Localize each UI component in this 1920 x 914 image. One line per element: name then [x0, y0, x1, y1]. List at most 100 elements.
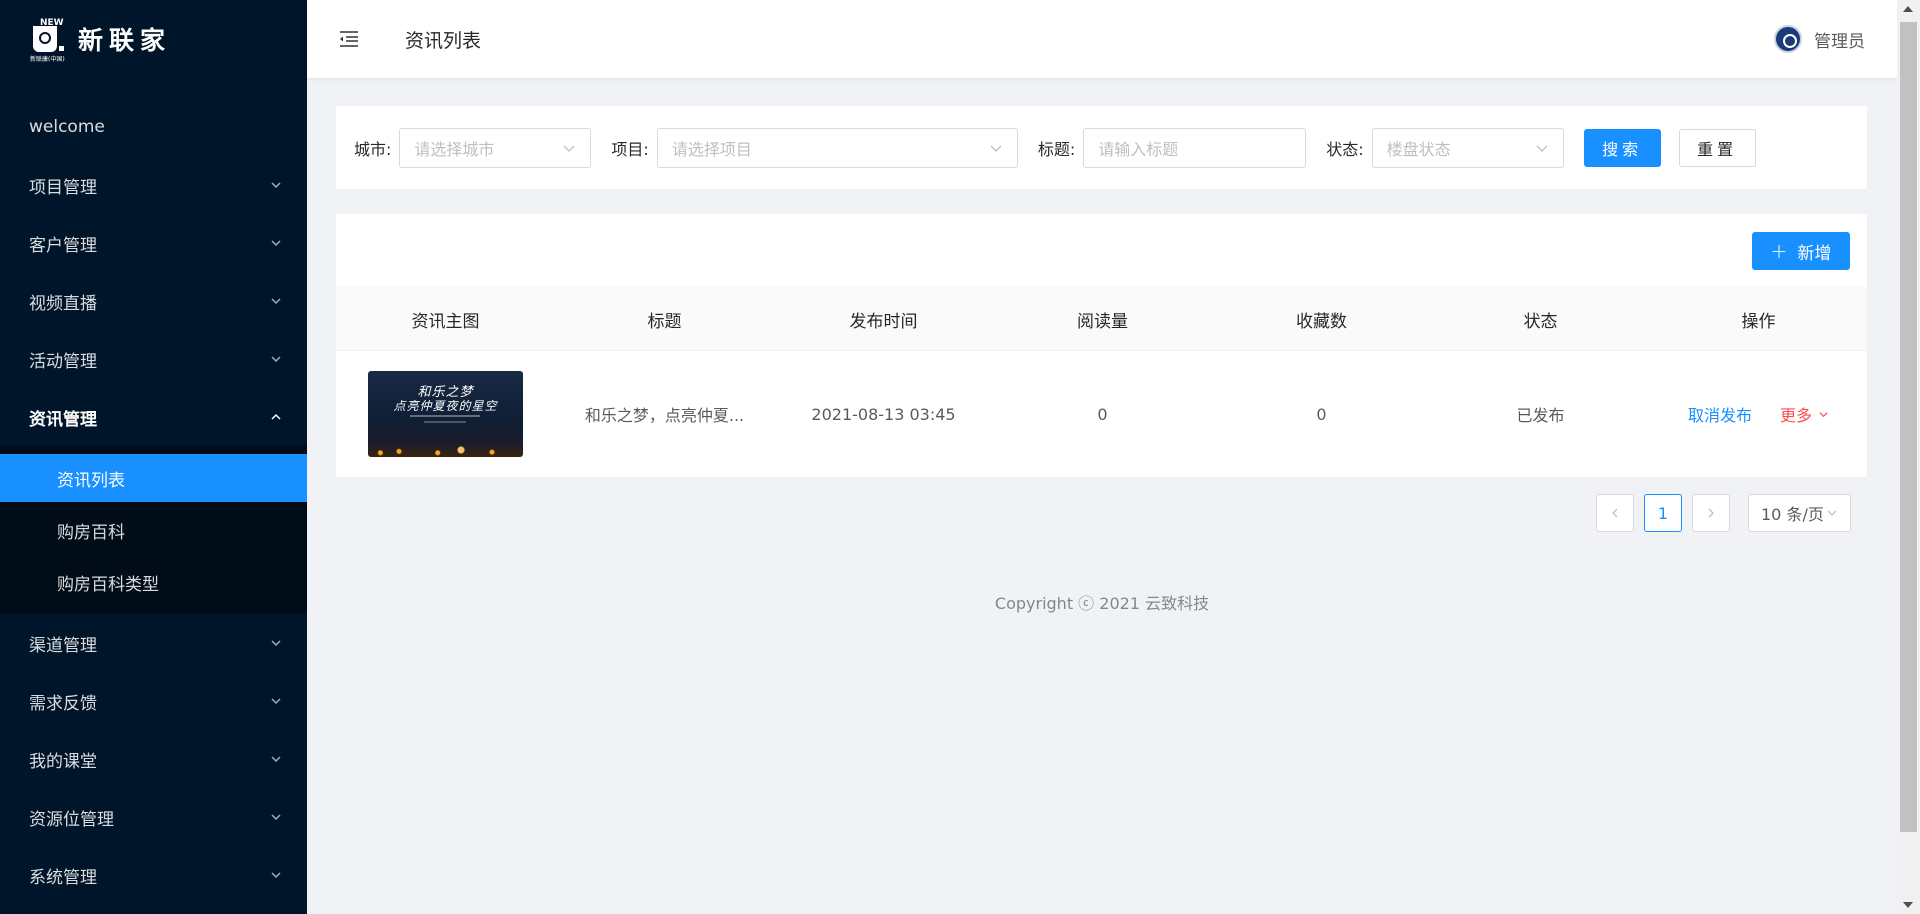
sidebar-item-label: 活动管理: [29, 351, 97, 372]
page-size-select[interactable]: 10 条/页: [1748, 494, 1851, 532]
sidebar-item-label: 我的课堂: [29, 751, 97, 772]
sidebar-item-label: 资源位管理: [29, 809, 114, 830]
sidebar-item-label: 视频直播: [29, 293, 97, 314]
column-header-actions: 操作: [1741, 311, 1776, 332]
user-menu[interactable]: 管理员: [1774, 0, 1865, 78]
search-button[interactable]: 搜索: [1583, 128, 1661, 167]
sidebar-item-resource-slot[interactable]: 资源位管理: [0, 788, 307, 846]
page-size-label: 10 条/页: [1761, 505, 1824, 524]
scroll-down-icon[interactable]: [1903, 902, 1913, 908]
sidebar-submenu-news: 资讯列表 购房百科 购房百科类型: [0, 446, 307, 614]
sidebar-item-news-list[interactable]: 资讯列表: [0, 454, 307, 502]
project-select[interactable]: 请选择项目: [656, 127, 1018, 168]
user-name: 管理员: [1814, 31, 1865, 52]
add-button[interactable]: + 新增: [1752, 232, 1850, 270]
column-header-favorites: 收藏数: [1296, 311, 1347, 332]
scrollbar-thumb[interactable]: [1900, 22, 1917, 832]
chevron-down-icon: [269, 178, 283, 192]
sidebar-item-label: 购房百科类型: [57, 574, 159, 595]
city-select[interactable]: 请选择城市: [399, 127, 592, 168]
sidebar-item-label: 客户管理: [29, 235, 97, 256]
status-label: 状态:: [1326, 139, 1364, 159]
chevron-down-icon: [1819, 411, 1828, 417]
cell-publish-time: 2021-08-13 03:45: [811, 404, 956, 424]
top-header: 资讯列表 管理员: [307, 0, 1897, 78]
chevron-down-icon: [269, 752, 283, 766]
pagination: 1 10 条/页: [1596, 494, 1851, 532]
sidebar-item-label: 系统管理: [29, 867, 97, 888]
reset-button[interactable]: 重置: [1678, 128, 1756, 167]
sidebar-item-house-encyclopedia[interactable]: 购房百科: [0, 506, 307, 554]
chevron-down-icon: [269, 294, 283, 308]
sidebar-item-video-live[interactable]: 视频直播: [0, 272, 307, 330]
chevron-down-icon: [269, 236, 283, 250]
filter-bar: 城市: 请选择城市 项目: 请选择项目 标题: 请输入标题 状态: 楼盘状态 搜…: [336, 106, 1867, 189]
prev-page-button[interactable]: [1596, 494, 1634, 532]
sidebar-item-house-encyclopedia-types[interactable]: 购房百科类型: [0, 558, 307, 606]
cell-actions: 取消发布 更多: [1650, 351, 1867, 477]
add-button-label: 新增: [1797, 243, 1832, 264]
chevron-down-icon: [1827, 510, 1837, 516]
project-label: 项目:: [611, 139, 649, 159]
cell-status: 已发布: [1516, 406, 1565, 425]
column-header-publish-time: 发布时间: [849, 311, 918, 332]
chevron-down-icon: [1536, 145, 1548, 152]
page-number-button[interactable]: 1: [1644, 494, 1682, 532]
sidebar-item-my-classroom[interactable]: 我的课堂: [0, 730, 307, 788]
title-input[interactable]: 请输入标题: [1083, 127, 1307, 168]
sidebar-item-channel-management[interactable]: 渠道管理: [0, 614, 307, 672]
cell-favorites: 0: [1316, 404, 1327, 424]
cell-title: 和乐之梦，点亮仲夏...: [584, 406, 745, 425]
sidebar-item-welcome[interactable]: welcome: [0, 98, 307, 156]
column-header-status: 状态: [1523, 311, 1558, 332]
chevron-up-icon: [269, 410, 283, 424]
unpublish-link[interactable]: 取消发布: [1688, 402, 1752, 426]
sidebar-item-activity-management[interactable]: 活动管理: [0, 330, 307, 388]
title-input-placeholder: 请输入标题: [1098, 139, 1179, 159]
status-select[interactable]: 楼盘状态: [1371, 127, 1564, 168]
next-page-button[interactable]: [1692, 494, 1730, 532]
column-header-title: 标题: [647, 311, 682, 332]
chevron-left-icon: [1612, 508, 1618, 518]
column-header-image: 资讯主图: [411, 311, 480, 332]
chevron-down-icon: [269, 810, 283, 824]
page-title: 资讯列表: [405, 29, 482, 52]
city-label: 城市:: [354, 139, 392, 159]
sidebar-item-customer-management[interactable]: 客户管理: [0, 214, 307, 272]
column-header-reads: 阅读量: [1077, 311, 1128, 332]
chevron-right-icon: [1708, 508, 1714, 518]
title-label: 标题:: [1037, 139, 1076, 159]
sidebar-item-label: 渠道管理: [29, 635, 97, 656]
city-select-placeholder: 请选择城市: [414, 139, 495, 159]
news-thumbnail[interactable]: 和乐之梦 点亮仲夏夜的星空: [368, 371, 523, 457]
status-select-placeholder: 楼盘状态: [1386, 139, 1451, 159]
vertical-scrollbar[interactable]: [1897, 0, 1920, 914]
chevron-down-icon: [269, 352, 283, 366]
chevron-down-icon: [990, 145, 1002, 152]
chevron-down-icon: [563, 145, 575, 152]
more-label: 更多: [1780, 406, 1813, 425]
sidebar-item-system-management[interactable]: 系统管理: [0, 846, 307, 904]
sidebar-menu: welcome 项目管理 客户管理 视频直播 活动管理 资讯管理 资讯列表 购房…: [0, 98, 307, 904]
cell-image: 和乐之梦 点亮仲夏夜的星空: [336, 351, 555, 477]
brand-name: 新联家: [78, 26, 172, 55]
menu-fold-icon[interactable]: [337, 27, 361, 51]
sidebar-item-label: 需求反馈: [29, 693, 97, 714]
plus-icon: +: [1770, 239, 1788, 263]
more-dropdown[interactable]: 更多: [1780, 402, 1829, 426]
sidebar-item-label: 项目管理: [29, 177, 97, 198]
sidebar-item-label: 资讯管理: [29, 409, 97, 430]
brand-logo[interactable]: NEW 新联康(中国) 新联家: [0, 0, 307, 78]
sidebar-item-feedback[interactable]: 需求反馈: [0, 672, 307, 730]
logo-icon: NEW 新联康(中国): [30, 18, 65, 63]
sidebar-item-label: 购房百科: [57, 522, 125, 543]
table-row: 和乐之梦 点亮仲夏夜的星空 和乐之梦，点亮仲夏... 2021-08-13 03…: [336, 351, 1867, 477]
chevron-down-icon: [269, 868, 283, 882]
sidebar-item-label: welcome: [29, 117, 105, 137]
sidebar-item-project-management[interactable]: 项目管理: [0, 156, 307, 214]
sidebar: NEW 新联康(中国) 新联家 welcome 项目管理 客户管理 视频直播 活…: [0, 0, 307, 914]
table-header: 资讯主图 标题 发布时间 阅读量 收藏数 状态 操作: [336, 287, 1867, 351]
chevron-down-icon: [269, 694, 283, 708]
scroll-up-icon[interactable]: [1903, 6, 1913, 12]
sidebar-item-news-management[interactable]: 资讯管理: [0, 388, 307, 446]
